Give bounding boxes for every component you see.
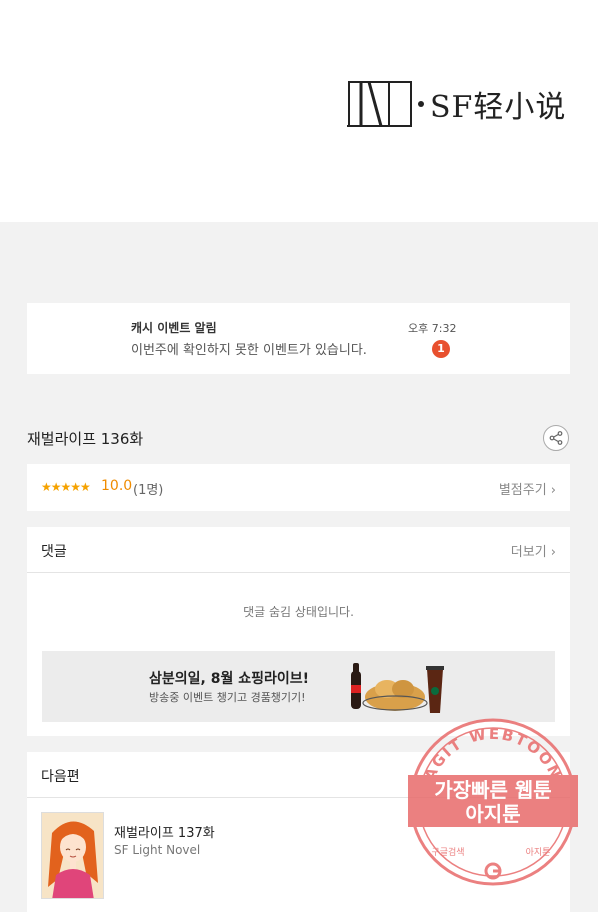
logo-text: SF轻小说 <box>430 90 567 125</box>
next-episode-label: 다음편 <box>41 769 80 785</box>
next-episode-title: 재벌라이프 137화 <box>114 826 215 841</box>
rating-count: (1명) <box>133 483 164 498</box>
notification-card[interactable]: 캐시 이벤트 알림 이번주에 확인하지 못한 이벤트가 있습니다. 오후 7:3… <box>27 303 570 374</box>
ad-banner[interactable]: 삼분의일, 8월 쇼핑라이브! 방송중 이벤트 챙기고 경품챙기기! <box>42 651 555 722</box>
episode-title: 재벌라이프 136화 <box>27 430 144 448</box>
next-episode-thumbnail[interactable] <box>41 812 104 899</box>
ad-subtitle: 방송중 이벤트 챙기고 경품챙기기! <box>149 691 306 704</box>
logo-dot <box>418 101 424 107</box>
notification-body: 이번주에 확인하지 못한 이벤트가 있습니다. <box>131 343 367 358</box>
stamp-bottom-left: 구글검색 <box>431 846 464 858</box>
share-button[interactable] <box>543 425 569 451</box>
stamp-bottom-right: 아지툰 <box>526 847 551 858</box>
rating-card: ★★★★★ 10.0 (1명) 별점주기 › <box>27 464 570 511</box>
comments-hidden-message: 댓글 숨김 상태입니다. <box>243 605 354 619</box>
rating-stars: ★★★★★ <box>41 480 91 494</box>
sf-logo-icon <box>347 81 412 127</box>
notification-time: 오후 7:32 <box>408 322 457 335</box>
thumbnail-image <box>42 813 103 898</box>
next-episode-subtitle: SF Light Novel <box>114 843 201 857</box>
stamp-line1: 가장빠른 웹툰 <box>434 778 551 802</box>
sf-logo: SF轻小说 <box>347 78 572 130</box>
share-icon <box>549 431 563 445</box>
comments-more-link[interactable]: 더보기 › <box>511 541 556 560</box>
ad-title: 삼분의일, 8월 쇼핑라이브! <box>149 671 309 687</box>
rate-button[interactable]: 별점주기 › <box>499 479 556 498</box>
comments-card: 댓글 더보기 › 댓글 숨김 상태입니다. 삼분의일, 8월 쇼핑라이브! 방송… <box>27 527 570 736</box>
stamp-arc-text: AGIT WEBTOON <box>420 725 565 783</box>
comments-label: 댓글 <box>41 544 67 560</box>
notification-title: 캐시 이벤트 알림 <box>131 321 217 335</box>
comments-header: 댓글 더보기 › <box>27 527 570 573</box>
watermark-stamp: AGIT WEBTOON 가장빠른 웹툰 아지툰 구글검색 아지툰 <box>408 718 578 886</box>
ad-food-image <box>351 663 444 713</box>
notification-badge: 1 <box>432 340 450 358</box>
stamp-line2: 아지툰 <box>465 802 520 826</box>
rating-score: 10.0 <box>101 478 133 494</box>
